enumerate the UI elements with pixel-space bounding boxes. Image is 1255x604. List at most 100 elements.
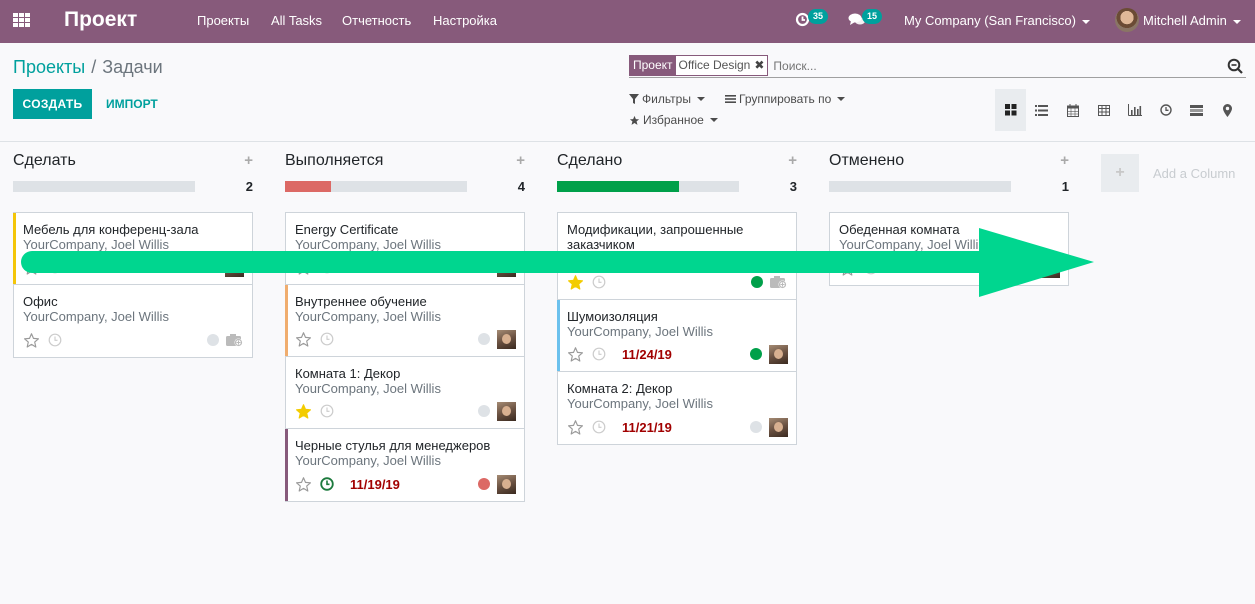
kanban-card[interactable]: Черные стулья для менеджеров YourCompany,… — [285, 429, 524, 501]
activity-clock-icon[interactable] — [320, 477, 334, 491]
card-color-bar — [557, 300, 560, 371]
column-header: Сделано + — [557, 152, 797, 174]
kanban-state-dot[interactable] — [478, 405, 490, 417]
kanban-card[interactable]: Внутреннее обучение YourCompany, Joel Wil… — [285, 285, 524, 357]
menu-projects[interactable]: Проекты — [197, 13, 249, 28]
kanban-card[interactable]: Комната 2: Декор YourCompany, Joel Willis… — [558, 372, 796, 444]
column-progress-bar[interactable] — [557, 181, 739, 192]
card-deadline: 11/19/19 — [350, 476, 400, 492]
caret-down-icon — [696, 97, 705, 101]
star-outline-icon[interactable] — [839, 260, 856, 277]
star-outline-icon[interactable] — [295, 331, 312, 348]
breadcrumb-projects[interactable]: Проекты — [13, 57, 85, 77]
view-graph[interactable] — [1119, 89, 1150, 131]
assignee-avatar[interactable] — [769, 344, 788, 364]
card-subtitle: YourCompany, Joel Willis — [23, 309, 169, 324]
activity-clock-icon[interactable] — [592, 275, 606, 289]
activity-clock-icon[interactable] — [320, 332, 334, 346]
assignee-avatar[interactable] — [497, 329, 516, 349]
star-filled-icon[interactable] — [295, 403, 312, 420]
close-icon[interactable]: ✖ — [754, 58, 764, 73]
activity-clock-icon[interactable] — [48, 333, 62, 347]
assignee-avatar[interactable] — [1041, 258, 1060, 278]
view-pivot[interactable] — [1088, 89, 1119, 131]
activity-clock-icon[interactable] — [592, 347, 606, 361]
column-title[interactable]: Отменено — [829, 152, 904, 170]
kanban-state-dot[interactable] — [478, 478, 490, 490]
view-list[interactable] — [1026, 89, 1057, 131]
table-icon — [1097, 104, 1110, 116]
user-menu[interactable]: Mitchell Admin — [1143, 13, 1241, 28]
plus-icon[interactable]: + — [1060, 152, 1069, 169]
kanban-state-dot[interactable] — [478, 333, 490, 345]
kanban-state-dot[interactable] — [751, 276, 763, 288]
kanban-card[interactable]: Комната 1: Декор YourCompany, Joel Willis — [286, 357, 524, 429]
assignee-avatar[interactable] — [769, 417, 788, 437]
activity-clock-icon[interactable] — [592, 420, 606, 434]
menu-reporting[interactable]: Отчетность — [342, 13, 411, 28]
assignee-avatar[interactable] — [497, 401, 516, 421]
card-title: Мебель для конференц-зала — [23, 222, 199, 237]
activity-clock-icon[interactable] — [48, 260, 62, 274]
search-icon[interactable] — [1227, 58, 1243, 74]
kanban-state-dot[interactable] — [750, 348, 762, 360]
view-gantt[interactable] — [1181, 89, 1212, 131]
column-title[interactable]: Выполняется — [285, 152, 383, 170]
column-progress-bar[interactable] — [13, 181, 195, 192]
activity-clock-icon[interactable] — [320, 404, 334, 418]
groupby-button[interactable]: Группировать по — [725, 92, 846, 106]
view-kanban[interactable] — [995, 89, 1026, 131]
star-outline-icon[interactable] — [295, 476, 312, 493]
assignee-avatar[interactable] — [497, 474, 516, 494]
view-activity[interactable] — [1150, 89, 1181, 131]
plus-icon[interactable]: + — [516, 152, 525, 169]
user-avatar[interactable] — [1115, 8, 1139, 32]
column-progress-bar[interactable] — [285, 181, 467, 192]
search-input[interactable] — [768, 58, 1227, 73]
star-outline-icon[interactable] — [295, 259, 312, 276]
star-outline-icon[interactable] — [23, 332, 40, 349]
kanban-card[interactable]: Модификации, запрошенные заказчиком YourC… — [558, 213, 796, 300]
import-button[interactable]: ИМПОРТ — [98, 89, 166, 119]
column-title[interactable]: Сделать — [13, 152, 76, 170]
messages-badge: 15 — [862, 9, 883, 24]
star-outline-icon[interactable] — [567, 419, 584, 436]
search-bar: Проект Office Design ✖ — [629, 54, 1246, 78]
star-outline-icon[interactable] — [567, 346, 584, 363]
card-footer — [23, 257, 244, 277]
kanban-card[interactable]: Шумоизоляция YourCompany, Joel Willis 11/2… — [557, 300, 796, 372]
favorites-button[interactable]: Избранное — [629, 113, 718, 127]
assignee-avatar[interactable] — [497, 257, 516, 277]
camera-icon[interactable] — [770, 275, 788, 289]
column-title[interactable]: Сделано — [557, 152, 622, 170]
assignee-avatar[interactable] — [225, 257, 244, 277]
menu-configuration[interactable]: Настройка — [433, 13, 497, 28]
kanban-card[interactable]: Обеденная комната YourCompany, Joel Willi… — [830, 213, 1068, 285]
kanban-state-dot[interactable] — [207, 334, 219, 346]
apps-menu-icon[interactable] — [13, 13, 31, 27]
company-switcher[interactable]: My Company (San Francisco) — [904, 13, 1090, 28]
plus-icon[interactable]: + — [244, 152, 253, 169]
star-outline-icon[interactable] — [23, 259, 40, 276]
kanban-card[interactable]: Мебель для конференц-зала YourCompany, Jo… — [13, 213, 252, 285]
card-title: Черные стулья для менеджеров — [295, 438, 491, 453]
card-subtitle: YourCompany, Joel Willis — [567, 396, 713, 411]
kanban-card[interactable]: Офис YourCompany, Joel Willis — [14, 285, 252, 357]
kanban-card[interactable]: Energy Certificate YourCompany, Joel Will… — [286, 213, 524, 285]
column-progress-bar[interactable] — [829, 181, 1011, 192]
filters-button[interactable]: Фильтры — [629, 92, 705, 106]
plus-icon[interactable]: + — [788, 152, 797, 169]
kanban-state-dot[interactable] — [750, 421, 762, 433]
view-map[interactable] — [1212, 89, 1243, 131]
activity-clock-icon[interactable] — [864, 261, 878, 275]
add-column-label[interactable]: Add a Column — [1153, 166, 1235, 181]
card-footer — [295, 401, 516, 421]
view-calendar[interactable] — [1057, 89, 1088, 131]
create-button[interactable]: СОЗДАТЬ — [13, 89, 92, 119]
camera-icon[interactable] — [226, 333, 244, 347]
user-name: Mitchell Admin — [1143, 13, 1227, 28]
star-filled-icon[interactable] — [567, 274, 584, 291]
add-column-button[interactable]: + — [1101, 154, 1139, 192]
activity-clock-icon[interactable] — [320, 260, 334, 274]
menu-all-tasks[interactable]: All Tasks — [271, 13, 322, 28]
